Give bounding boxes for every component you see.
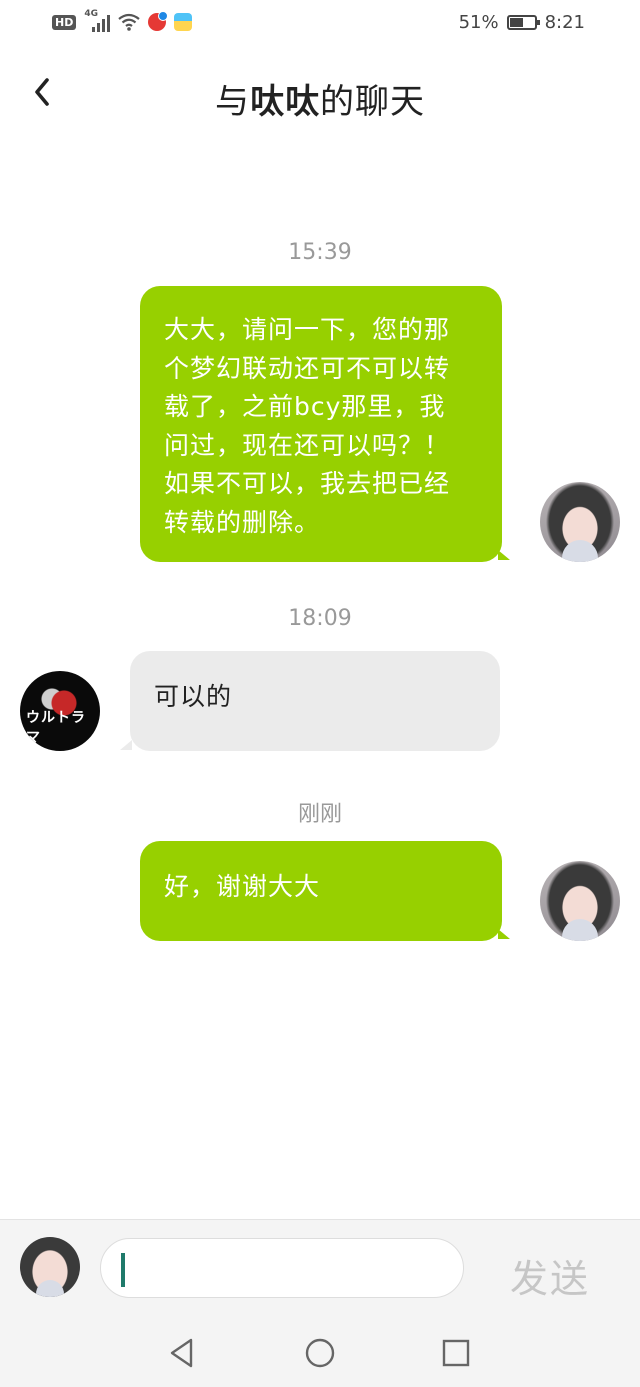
message-line: 载了，之前bcy那里，我 — [164, 392, 446, 421]
cell-signal-icon: 4G — [84, 9, 111, 32]
nav-home-circle-icon[interactable] — [304, 1337, 336, 1369]
outgoing-message-bubble[interactable]: 好，谢谢大大 — [140, 841, 502, 941]
wifi-icon — [118, 13, 141, 31]
nav-back-triangle-icon[interactable] — [167, 1337, 199, 1369]
nav-recents-square-icon[interactable] — [440, 1337, 472, 1369]
status-bar: HD 4G 51% 8:21 — [0, 0, 640, 48]
page-title: 与呔呔的聊天 — [0, 74, 640, 123]
status-left: HD 4G — [52, 9, 193, 32]
timestamp: 刚刚 — [297, 802, 342, 827]
contact-name: 呔呔 — [250, 82, 320, 122]
outgoing-message-bubble[interactable]: 大大，请问一下，您的那 个梦幻联动还可不可以转 载了，之前bcy那里，我 问过，… — [140, 286, 502, 562]
message-line: 转载的删除。 — [164, 507, 321, 537]
title-prefix: 与 — [215, 82, 250, 122]
system-nav-bar — [0, 1317, 640, 1387]
composer-bar: 发送 — [0, 1219, 640, 1317]
bubble-tail — [120, 740, 132, 750]
timestamp: 15:39 — [288, 240, 352, 265]
chat-screen: HD 4G 51% 8:21 与呔呔的聊天 15:39 大大，请问一下，您的那 … — [0, 0, 640, 1387]
message-line: 个梦幻联动还可不可以转 — [164, 353, 451, 383]
contact-avatar-text: ウルトラマ — [26, 710, 86, 746]
send-button[interactable]: 发送 — [510, 1248, 590, 1303]
bubble-tail — [498, 550, 510, 560]
clock: 8:21 — [544, 12, 585, 33]
composer-avatar[interactable] — [20, 1237, 80, 1297]
title-suffix: 的聊天 — [320, 82, 425, 122]
battery-percent: 51% — [458, 12, 499, 33]
incoming-message-bubble[interactable]: 可以的 — [130, 651, 500, 751]
timestamp: 18:09 — [288, 606, 352, 631]
contact-avatar[interactable]: ウルトラマ — [20, 671, 100, 751]
message-line: 问过，现在还可以吗？！ — [164, 430, 451, 460]
chat-header: 与呔呔的聊天 — [0, 60, 640, 130]
message-line: 大大，请问一下，您的那 — [164, 315, 451, 344]
my-avatar[interactable] — [540, 861, 620, 941]
bubble-tail — [498, 929, 510, 939]
notification-app-icon — [148, 11, 169, 31]
message-input[interactable] — [100, 1238, 464, 1298]
status-right: 51% 8:21 — [459, 12, 585, 33]
text-caret — [121, 1253, 125, 1287]
my-avatar[interactable] — [540, 482, 620, 562]
battery-icon — [506, 15, 540, 30]
message-line: 如果不可以，我去把已经 — [164, 469, 451, 498]
hd-badge: HD — [52, 14, 77, 30]
notification-wallet-icon — [174, 13, 193, 31]
